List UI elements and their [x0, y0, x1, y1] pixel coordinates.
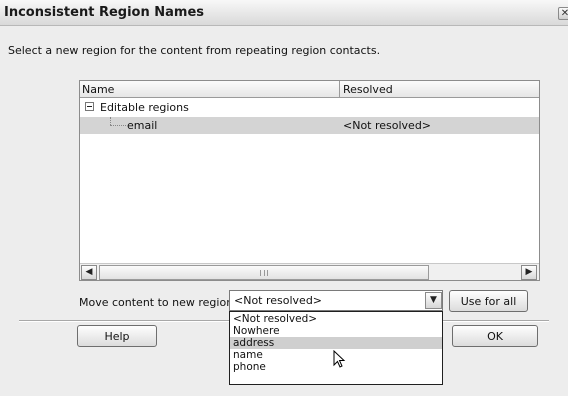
- dialog-title: Inconsistent Region Names: [4, 5, 204, 20]
- use-for-all-button[interactable]: Use for all: [449, 290, 528, 312]
- region-dropdown-list[interactable]: <Not resolved> Nowhere address name phon…: [229, 311, 443, 385]
- column-header-name[interactable]: Name: [82, 83, 114, 96]
- tree-group-row[interactable]: Editable regions: [80, 99, 539, 116]
- dropdown-option[interactable]: <Not resolved>: [230, 313, 442, 325]
- scrollbar-thumb[interactable]: [99, 265, 429, 280]
- tree-row-email[interactable]: email <Not resolved>: [80, 117, 539, 134]
- dropdown-arrow-button[interactable]: ▼: [425, 292, 442, 309]
- group-label: Editable regions: [100, 101, 189, 114]
- instruction-text: Select a new region for the content from…: [8, 44, 381, 57]
- chevron-right-icon: ▶: [525, 267, 533, 277]
- column-divider[interactable]: [339, 81, 340, 98]
- dialog-window: Inconsistent Region Names ✕ Select a new…: [0, 0, 568, 396]
- dropdown-option-highlighted[interactable]: address: [230, 337, 442, 349]
- close-button[interactable]: ✕: [558, 7, 568, 20]
- region-select[interactable]: <Not resolved> ▼: [229, 290, 443, 311]
- dropdown-option[interactable]: Nowhere: [230, 325, 442, 337]
- help-button[interactable]: Help: [77, 325, 157, 347]
- collapse-toggle-icon[interactable]: [85, 102, 94, 111]
- region-tree[interactable]: Name Resolved Editable regions email <No…: [79, 80, 540, 281]
- row-name: email: [127, 119, 158, 132]
- horizontal-scrollbar[interactable]: ◀ ▶: [80, 263, 539, 280]
- chevron-left-icon: ◀: [85, 267, 93, 277]
- chevron-down-icon: ▼: [430, 295, 437, 305]
- tree-connector-line: [110, 117, 111, 125]
- tree-connector-line: [110, 125, 126, 126]
- move-content-label: Move content to new region:: [79, 296, 237, 309]
- scroll-left-button[interactable]: ◀: [81, 265, 97, 280]
- pointer-cursor-icon: [333, 350, 346, 368]
- scroll-right-button[interactable]: ▶: [521, 265, 537, 280]
- ok-button[interactable]: OK: [452, 325, 538, 347]
- grip-icon: [260, 270, 268, 276]
- column-header-resolved[interactable]: Resolved: [343, 83, 393, 96]
- tree-header: Name Resolved: [80, 81, 539, 98]
- close-icon: ✕: [560, 8, 568, 19]
- region-select-value: <Not resolved>: [234, 294, 323, 307]
- title-bar: Inconsistent Region Names ✕: [0, 0, 568, 26]
- row-resolved: <Not resolved>: [343, 119, 432, 132]
